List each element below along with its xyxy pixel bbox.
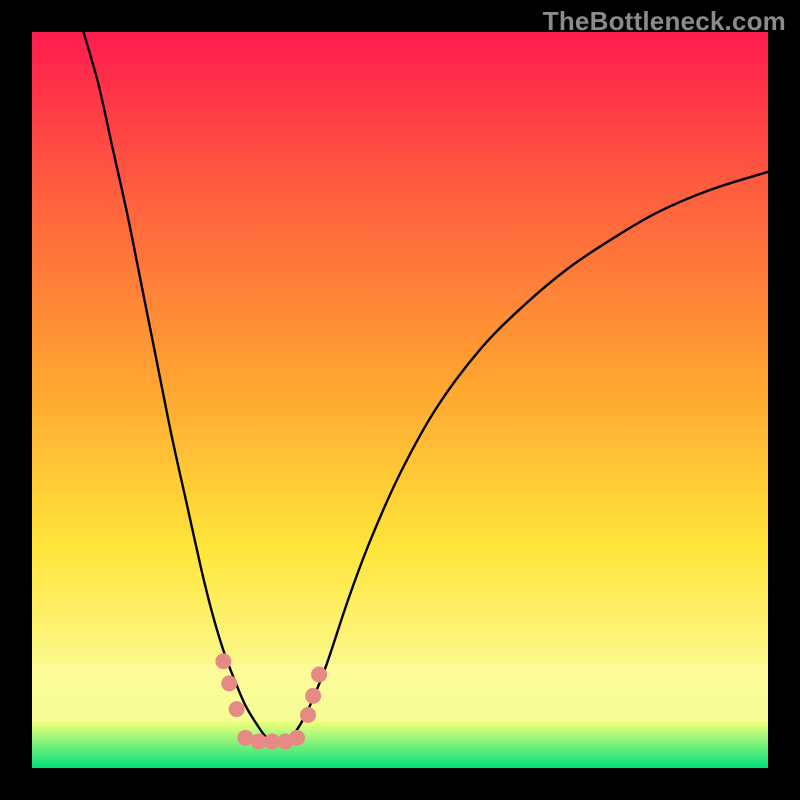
highlight-dot <box>300 707 316 723</box>
highlight-dot <box>221 675 237 691</box>
light-band <box>32 664 768 722</box>
highlight-dot <box>311 667 327 683</box>
highlight-dot <box>289 730 305 746</box>
highlight-dot <box>229 701 245 717</box>
gradient-background <box>32 32 768 768</box>
highlight-dot <box>305 688 321 704</box>
chart-container: TheBottleneck.com <box>0 0 800 800</box>
highlight-dot <box>215 653 231 669</box>
chart-svg <box>32 32 768 768</box>
plot-area <box>32 32 768 768</box>
